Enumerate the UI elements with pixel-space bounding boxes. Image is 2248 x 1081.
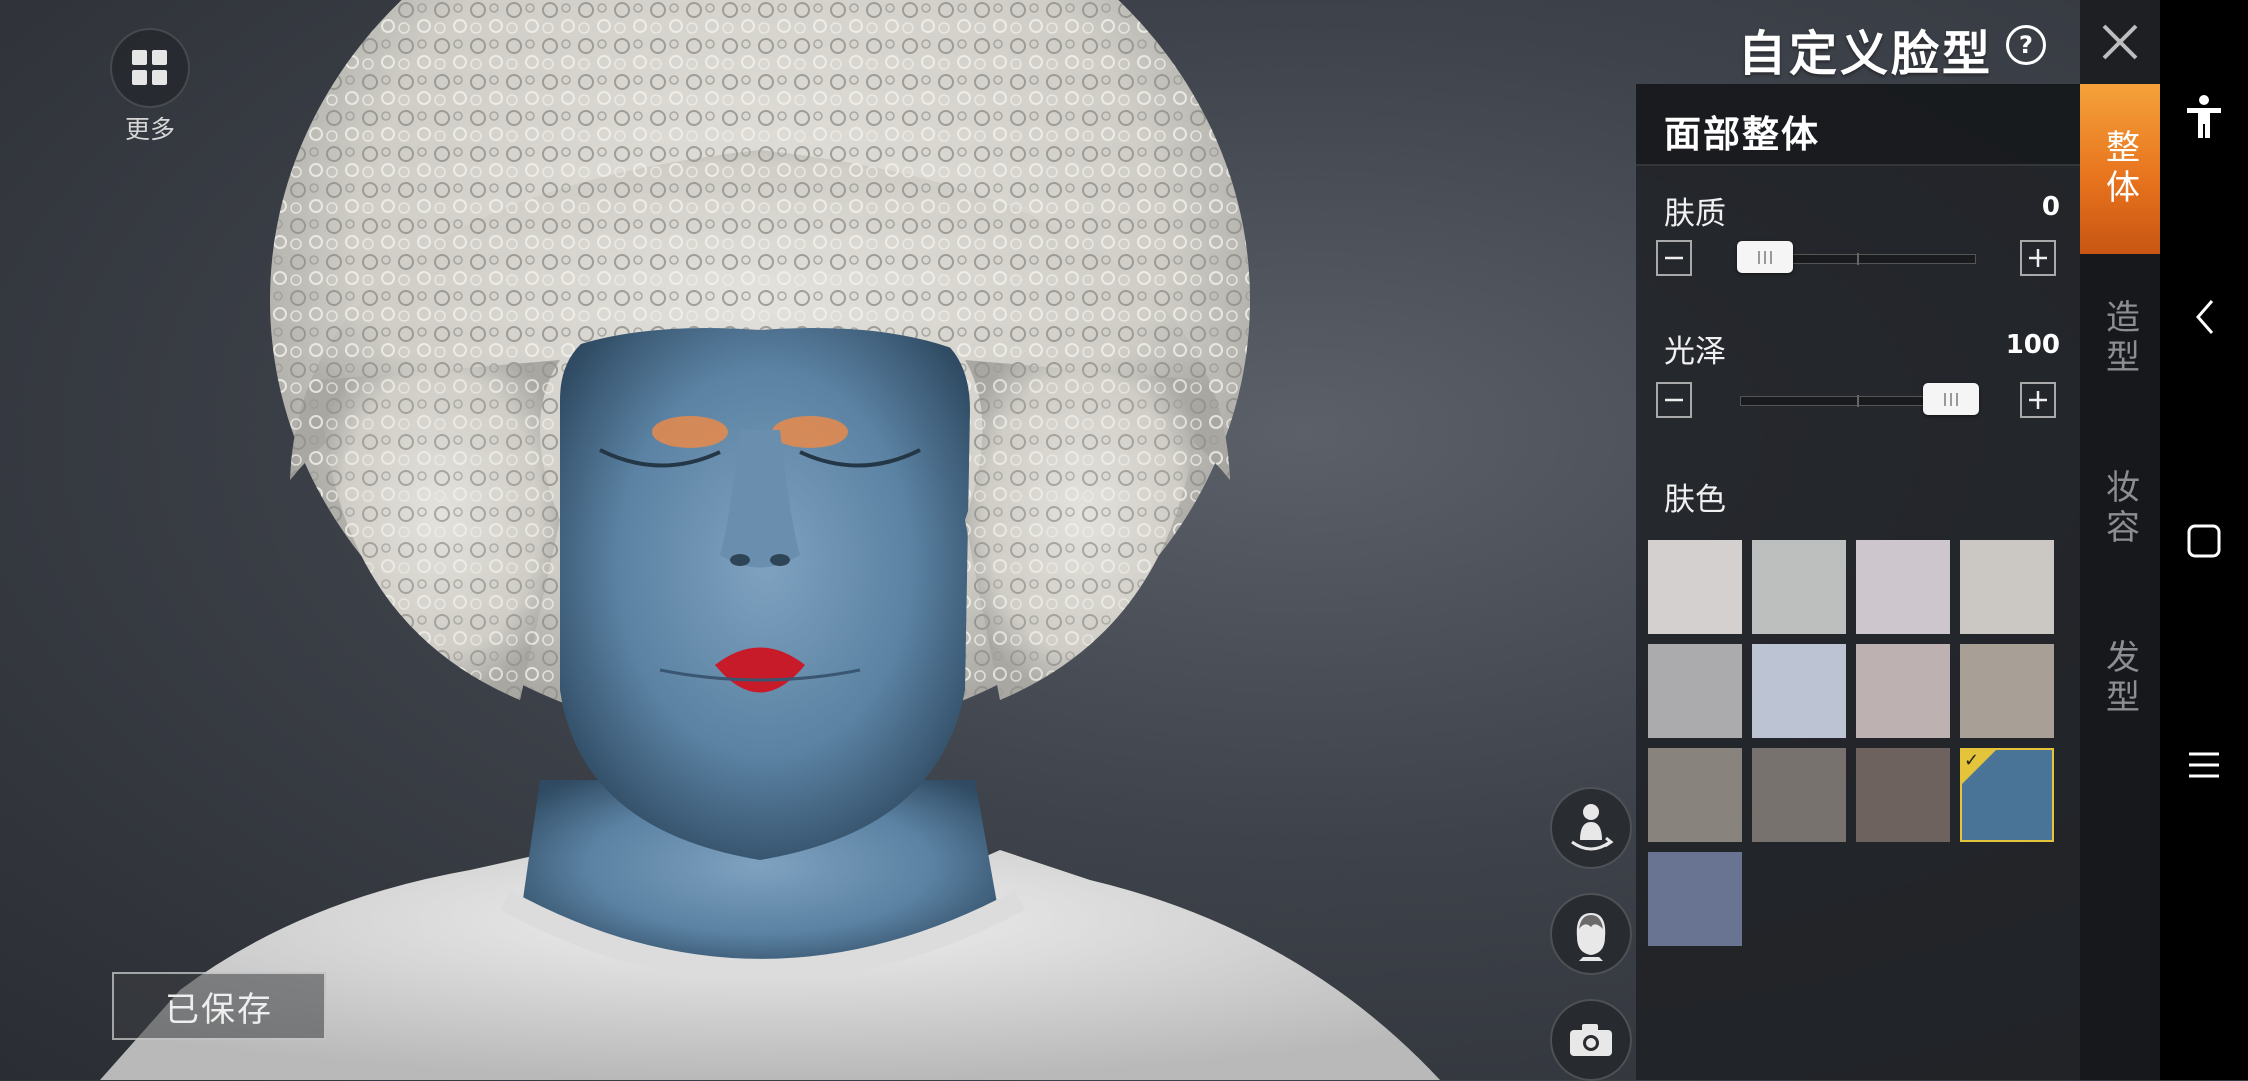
gloss-minus-button[interactable]	[1656, 382, 1692, 418]
close-button[interactable]	[2080, 0, 2160, 84]
skin-color-swatch[interactable]	[1752, 540, 1846, 634]
panel-header: 面部整体	[1636, 84, 2080, 166]
home-square-icon	[2187, 524, 2221, 558]
selected-check-icon: ✓	[1962, 750, 1996, 784]
tab-hairstyle[interactable]: 发型	[2080, 594, 2160, 764]
more-label: 更多	[124, 115, 175, 144]
grid-icon	[110, 28, 190, 108]
skin-color-label: 肤色	[1664, 482, 1726, 518]
camera-icon	[1570, 1024, 1612, 1056]
tab-makeup[interactable]: 妆容	[2080, 424, 2160, 594]
saved-button[interactable]: 已保存	[112, 972, 326, 1040]
section-title: 面部整体	[1664, 113, 1820, 156]
gloss-slider[interactable]	[1740, 383, 1979, 415]
more-button[interactable]: 更多	[110, 28, 190, 146]
skin-color-swatch[interactable]	[1648, 748, 1742, 842]
skin-color-swatch[interactable]	[1960, 644, 2054, 738]
skin-texture-label: 肤质	[1664, 196, 1726, 232]
skin-texture-value: 0	[2041, 192, 2060, 222]
tab-styling[interactable]: 造型	[2080, 254, 2160, 424]
skin-texture-plus-button[interactable]	[2020, 240, 2056, 276]
skin-color-swatch[interactable]	[1648, 540, 1742, 634]
skin-texture-slider[interactable]	[1737, 241, 1976, 273]
plus-icon	[2029, 391, 2047, 409]
nav-home-button[interactable]	[2160, 516, 2248, 566]
head-view-icon	[1576, 913, 1606, 961]
rotate-body-icon	[1571, 804, 1614, 851]
accessibility-button[interactable]	[2160, 92, 2248, 142]
skin-color-swatch[interactable]	[1648, 644, 1742, 738]
camera-button[interactable]	[1550, 999, 1632, 1081]
skin-color-swatch[interactable]	[1752, 644, 1846, 738]
minus-icon	[1665, 256, 1683, 260]
accessibility-icon	[2187, 95, 2221, 138]
gloss-plus-button[interactable]	[2020, 382, 2056, 418]
skin-color-swatch[interactable]	[1648, 852, 1742, 946]
head-view-button[interactable]	[1550, 893, 1632, 975]
system-nav-bar	[2160, 0, 2248, 1080]
nav-back-button[interactable]	[2160, 292, 2248, 342]
gloss-slider-thumb[interactable]	[1923, 383, 1979, 415]
skin-color-swatch[interactable]	[1752, 748, 1846, 842]
minus-icon	[1665, 398, 1683, 402]
gloss-value: 100	[2005, 330, 2060, 360]
back-icon	[2196, 300, 2214, 334]
skin-color-swatch[interactable]	[1856, 644, 1950, 738]
skin-color-swatch[interactable]	[1960, 540, 2054, 634]
character-model	[100, 0, 1440, 1080]
skin-texture-minus-button[interactable]	[1656, 240, 1692, 276]
help-icon[interactable]: ?	[2006, 25, 2046, 65]
page-title: 自定义脸型	[1738, 26, 1994, 82]
plus-icon	[2029, 249, 2047, 267]
nav-recents-button[interactable]	[2160, 740, 2248, 790]
skin-color-swatch[interactable]	[1856, 748, 1950, 842]
rotate-body-button[interactable]	[1550, 787, 1632, 869]
close-icon	[2102, 24, 2138, 60]
category-tabs: 整体 造型 妆容 发型	[2080, 84, 2160, 1080]
menu-icon	[2189, 752, 2219, 778]
skin-color-swatch[interactable]	[1856, 540, 1950, 634]
gloss-label: 光泽	[1664, 334, 1726, 370]
skin-texture-slider-thumb[interactable]	[1737, 241, 1793, 273]
skin-color-swatch[interactable]: ✓	[1960, 748, 2054, 842]
face-settings-panel: 面部整体 肤质 0 光泽 100 肤色 ✓	[1636, 84, 2080, 1080]
tab-overall[interactable]: 整体	[2080, 84, 2160, 254]
